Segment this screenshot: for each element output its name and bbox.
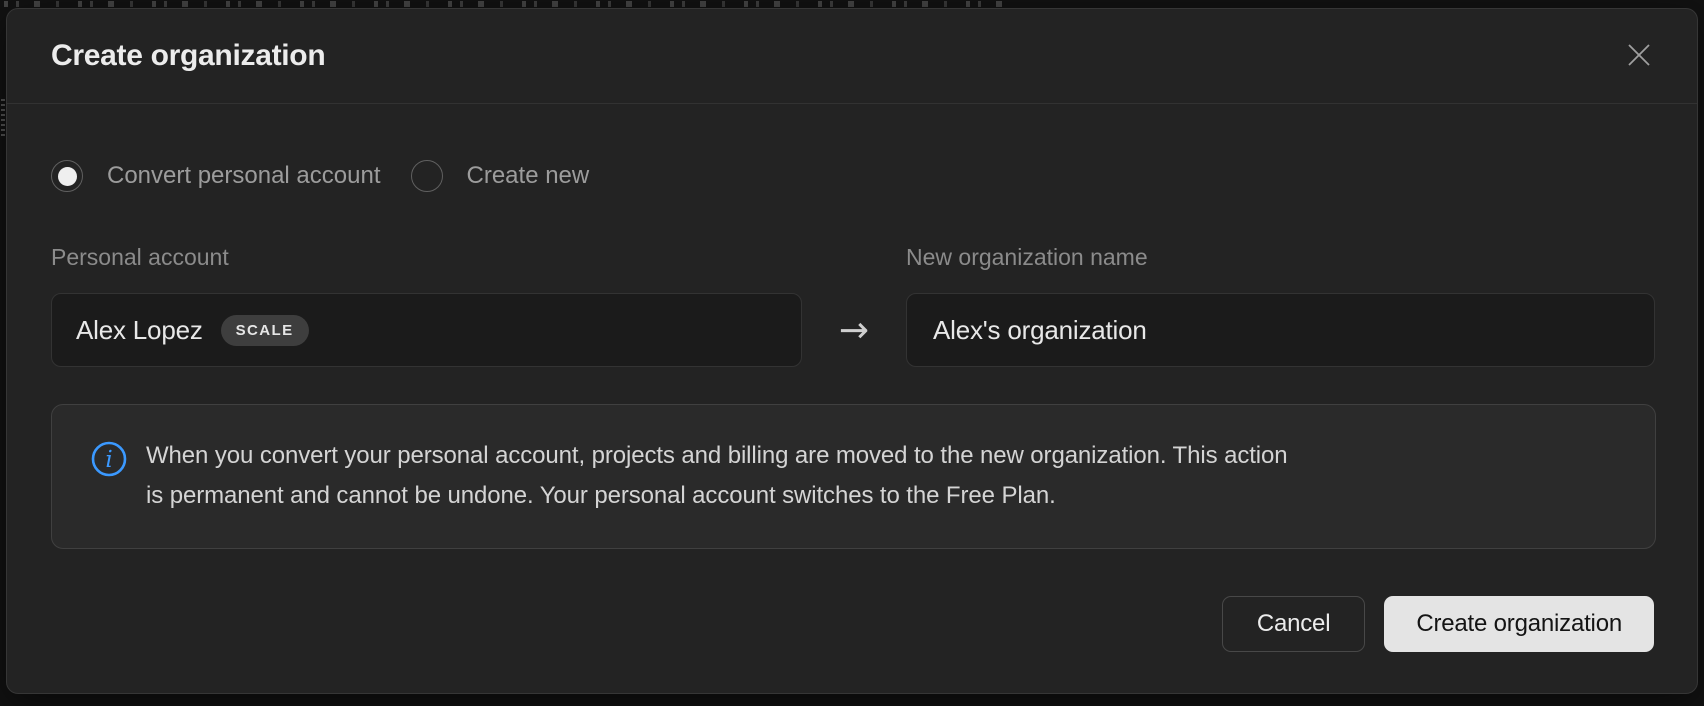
new-organization-name-label: New organization name: [906, 244, 1148, 271]
radio-unselected-icon: [411, 160, 443, 192]
plan-badge: SCALE: [221, 315, 309, 346]
personal-account-label: Personal account: [51, 244, 229, 271]
modal-footer: Cancel Create organization: [1222, 596, 1654, 652]
new-organization-name-input[interactable]: [907, 294, 1654, 366]
svg-text:i: i: [105, 447, 112, 473]
personal-account-field[interactable]: Alex Lopez SCALE: [51, 293, 802, 367]
conversion-info-callout: i When you convert your personal account…: [51, 404, 1656, 549]
page-title: Create organization: [51, 39, 325, 73]
account-mode-radio-group: Convert personal account Create new: [51, 160, 589, 192]
close-button[interactable]: [1621, 38, 1657, 74]
info-text: When you convert your personal account, …: [146, 436, 1288, 548]
right-arrow-icon: →: [802, 293, 906, 367]
radio-label: Convert personal account: [107, 162, 381, 190]
radio-label: Create new: [467, 162, 590, 190]
background-page-text-fragment: [4, 1, 1014, 7]
personal-account-value: Alex Lopez: [76, 315, 203, 346]
create-organization-button[interactable]: Create organization: [1384, 596, 1654, 652]
radio-selected-icon: [51, 160, 83, 192]
new-organization-name-field-wrapper: [906, 293, 1655, 367]
background-page-decoration: [1, 98, 5, 136]
radio-convert-personal-account[interactable]: Convert personal account: [51, 160, 381, 192]
radio-create-new[interactable]: Create new: [411, 160, 590, 192]
create-organization-modal: Create organization Convert personal acc…: [6, 8, 1698, 694]
cancel-button[interactable]: Cancel: [1222, 596, 1366, 652]
modal-header: Create organization: [7, 9, 1697, 104]
info-text-line: is permanent and cannot be undone. Your …: [146, 476, 1288, 516]
info-text-line: When you convert your personal account, …: [146, 436, 1288, 476]
info-icon: i: [90, 440, 128, 548]
close-icon: [1625, 41, 1653, 72]
